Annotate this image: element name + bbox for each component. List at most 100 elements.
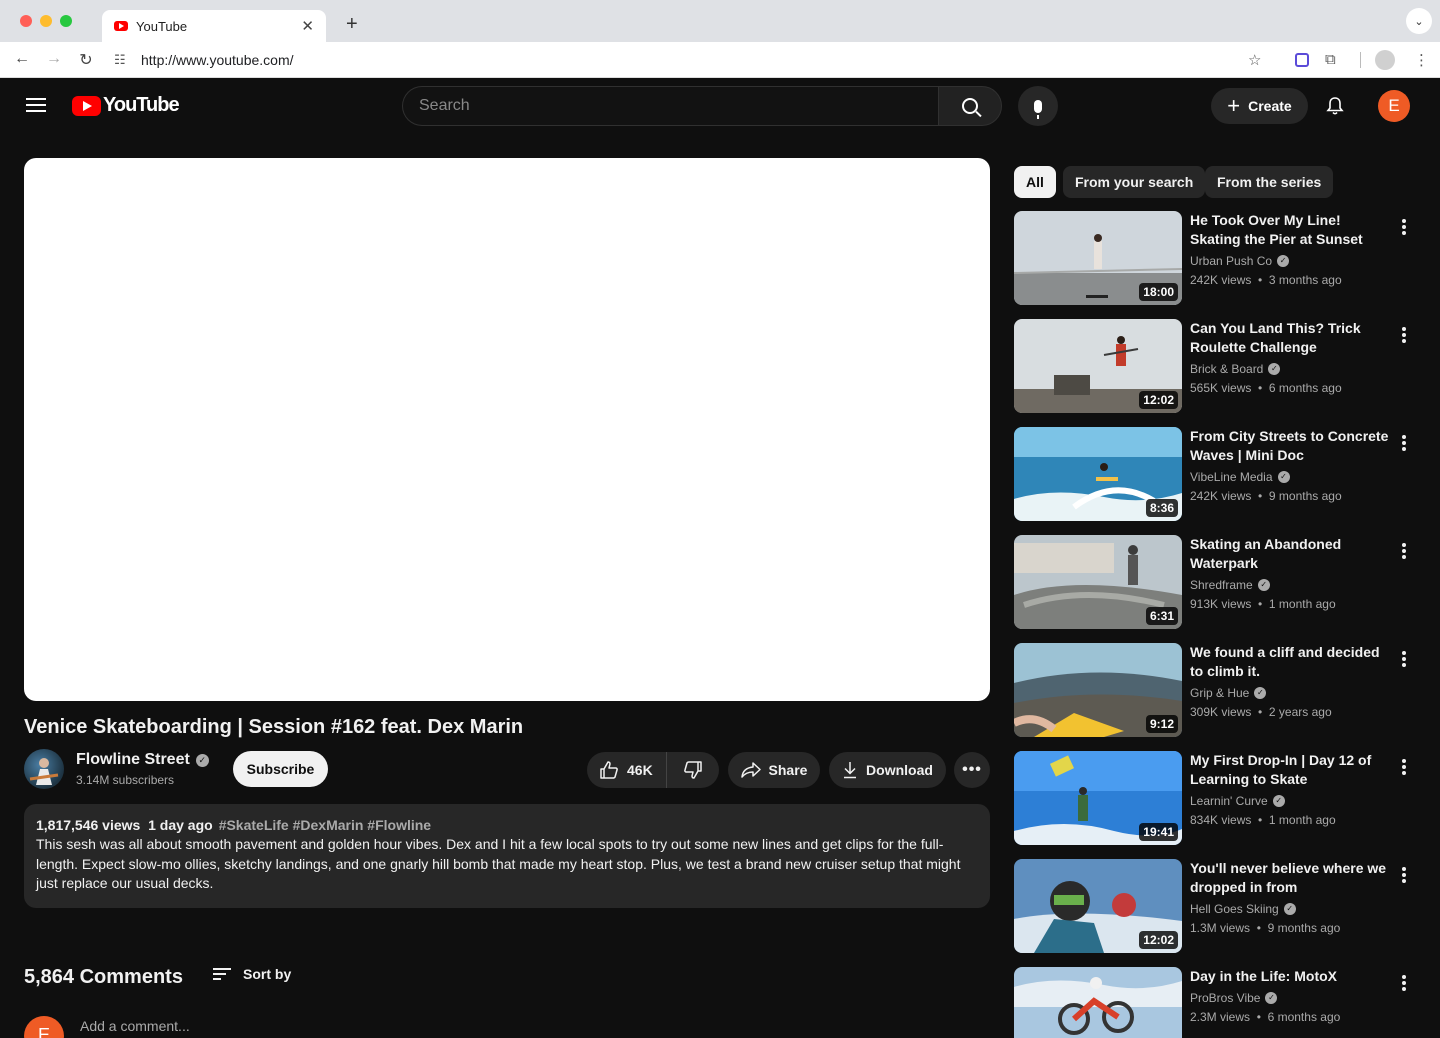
description-box[interactable]: 1,817,546 views 1 day ago #SkateLife #Dex… — [24, 804, 990, 908]
recommendation-item[interactable]: 8:36 From City Streets to Concrete Waves… — [1014, 427, 1414, 523]
search-button[interactable] — [938, 86, 1002, 126]
reload-icon[interactable]: ↻ — [76, 50, 96, 70]
chip-from-your-search[interactable]: From your search — [1063, 166, 1206, 198]
recommendation-channel[interactable]: Grip & Hue ✓ — [1190, 686, 1267, 700]
forward-icon[interactable]: → — [44, 50, 64, 68]
recommendation-item[interactable]: 9:12 We found a cliff and decided to cli… — [1014, 643, 1414, 739]
upload-age: 1 month ago — [1268, 813, 1336, 827]
recommendation-title[interactable]: From City Streets to Concrete Waves | Mi… — [1190, 427, 1390, 465]
minimize-window-button[interactable] — [40, 15, 52, 27]
video-thumbnail[interactable]: 6:31 — [1014, 535, 1182, 629]
thumbs-up-icon — [600, 761, 618, 779]
video-thumbnail[interactable]: 19:41 — [1014, 751, 1182, 845]
more-vertical-icon[interactable] — [1402, 651, 1406, 667]
more-vertical-icon[interactable] — [1402, 867, 1406, 883]
channel-name-text: Grip & Hue — [1190, 686, 1250, 700]
search-input[interactable] — [419, 97, 939, 115]
video-player[interactable] — [24, 158, 990, 701]
recommendation-meta: 242K views • 3 months ago — [1190, 273, 1342, 287]
recommendation-title[interactable]: You'll never believe where we dropped in… — [1190, 859, 1390, 897]
chip-all[interactable]: All — [1014, 166, 1056, 198]
extension-icon[interactable] — [1295, 53, 1309, 67]
recommendation-item[interactable]: 12:02 You'll never believe where we drop… — [1014, 859, 1414, 955]
recommendation-title[interactable]: Day in the Life: MotoX — [1190, 967, 1390, 986]
back-icon[interactable]: ← — [12, 50, 32, 68]
more-vertical-icon[interactable] — [1402, 219, 1406, 235]
recommendation-item[interactable]: 18:00 He Took Over My Line! Skating the … — [1014, 211, 1414, 307]
more-vertical-icon[interactable] — [1402, 975, 1406, 991]
recommendation-channel[interactable]: Shredframe ✓ — [1190, 578, 1270, 592]
recommendation-title[interactable]: He Took Over My Line! Skating the Pier a… — [1190, 211, 1390, 249]
more-actions-button[interactable]: ••• — [954, 752, 990, 788]
video-thumbnail[interactable]: 12:02 — [1014, 859, 1182, 953]
view-count: 1.3M views — [1190, 921, 1251, 935]
video-thumbnail[interactable] — [1014, 967, 1182, 1038]
tab-search-icon[interactable]: ⌄ — [1406, 8, 1432, 34]
recommendation-channel[interactable]: ProBros Vibe ✓ — [1190, 991, 1278, 1005]
view-count: 2.3M views — [1190, 1010, 1251, 1024]
view-count: 309K views — [1190, 705, 1252, 719]
more-vertical-icon[interactable] — [1402, 759, 1406, 775]
subscribe-button[interactable]: Subscribe — [233, 751, 328, 787]
dislike-button[interactable] — [667, 760, 719, 780]
browser-toolbar: ← → ↻ ☷ http://www.youtube.com/ ☆ ⧉ ⋮ — [0, 42, 1440, 78]
microphone-icon — [1034, 99, 1042, 119]
notifications-bell-icon[interactable] — [1325, 96, 1345, 116]
recommendation-channel[interactable]: VibeLine Media ✓ — [1190, 470, 1290, 484]
site-settings-icon[interactable]: ☷ — [114, 52, 126, 68]
recommendation-channel[interactable]: Urban Push Co ✓ — [1190, 254, 1290, 268]
upload-age: 9 months ago — [1267, 921, 1341, 935]
channel-avatar[interactable] — [24, 749, 64, 789]
recommendation-channel[interactable]: Hell Goes Skiing ✓ — [1190, 902, 1296, 916]
create-button[interactable]: + Create — [1211, 88, 1308, 124]
recommendation-title[interactable]: We found a cliff and decided to climb it… — [1190, 643, 1390, 681]
youtube-logo[interactable]: YouTube — [72, 94, 180, 117]
maximize-window-button[interactable] — [60, 15, 72, 27]
new-tab-icon[interactable]: + — [346, 13, 358, 36]
recommendation-channel[interactable]: Learnin' Curve ✓ — [1190, 794, 1285, 808]
address-bar[interactable]: http://www.youtube.com/ — [141, 52, 294, 68]
channel-name[interactable]: Flowline Street ✓ — [76, 751, 209, 769]
recommendation-channel[interactable]: Brick & Board ✓ — [1190, 362, 1281, 376]
recommendation-title[interactable]: Skating an Abandoned Waterpark — [1190, 535, 1390, 573]
create-label: Create — [1248, 98, 1292, 114]
verified-badge-icon: ✓ — [1257, 579, 1270, 591]
recommendation-item[interactable]: 19:41 My First Drop-In | Day 12 of Learn… — [1014, 751, 1414, 847]
chip-from-the-series[interactable]: From the series — [1205, 166, 1334, 198]
browser-tab[interactable]: YouTube ✕ — [102, 10, 326, 42]
share-button[interactable]: Share — [728, 752, 820, 788]
recommendation-item[interactable]: 6:31 Skating an Abandoned Waterpark Shre… — [1014, 535, 1414, 631]
download-button[interactable]: Download — [829, 752, 946, 788]
like-count: 46K — [627, 762, 653, 778]
recommendation-item[interactable]: 12:02 Can You Land This? Trick Roulette … — [1014, 319, 1414, 415]
voice-search-button[interactable] — [1018, 86, 1058, 126]
more-vertical-icon[interactable] — [1402, 543, 1406, 559]
video-thumbnail[interactable]: 18:00 — [1014, 211, 1182, 305]
video-thumbnail[interactable]: 9:12 — [1014, 643, 1182, 737]
sort-label: Sort by — [243, 966, 292, 982]
close-window-button[interactable] — [20, 15, 32, 27]
more-vertical-icon[interactable] — [1402, 327, 1406, 343]
bookmark-star-icon[interactable]: ☆ — [1248, 51, 1261, 69]
tab-close-icon[interactable]: ✕ — [301, 17, 314, 35]
profile-icon[interactable] — [1375, 50, 1395, 70]
menu-icon[interactable] — [26, 98, 46, 112]
sort-comments-button[interactable]: Sort by — [213, 966, 291, 982]
video-thumbnail[interactable]: 8:36 — [1014, 427, 1182, 521]
upload-age: 9 months ago — [1268, 489, 1342, 503]
add-comment-input[interactable]: Add a comment... — [80, 1018, 190, 1034]
channel-name-text: Shredframe — [1190, 578, 1253, 592]
recommendation-title[interactable]: Can You Land This? Trick Roulette Challe… — [1190, 319, 1390, 357]
video-thumbnail[interactable]: 12:02 — [1014, 319, 1182, 413]
extensions-puzzle-icon[interactable]: ⧉ — [1325, 51, 1336, 68]
channel-name-text: Brick & Board — [1190, 362, 1264, 376]
more-vertical-icon[interactable] — [1402, 435, 1406, 451]
like-button[interactable]: 46K — [587, 752, 667, 788]
hashtags[interactable]: #SkateLife #DexMarin #Flowline — [219, 817, 431, 833]
recommendation-title[interactable]: My First Drop-In | Day 12 of Learning to… — [1190, 751, 1390, 789]
verified-badge-icon: ✓ — [1268, 363, 1281, 375]
recommendation-item[interactable]: Day in the Life: MotoX ProBros Vibe ✓ 2.… — [1014, 967, 1414, 1038]
verified-badge-icon: ✓ — [1254, 687, 1267, 699]
account-avatar[interactable]: E — [1378, 90, 1410, 122]
browser-menu-icon[interactable]: ⋮ — [1414, 51, 1429, 69]
